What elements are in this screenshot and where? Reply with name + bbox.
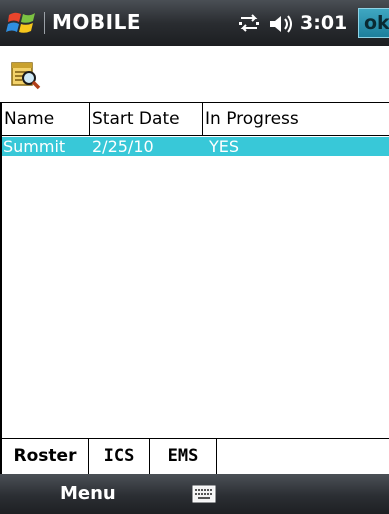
table-header: Name Start Date In Progress bbox=[2, 103, 389, 137]
toolbar bbox=[0, 46, 389, 102]
connectivity-icon[interactable] bbox=[237, 14, 261, 34]
cell-start-date: 2/25/10 bbox=[92, 137, 154, 156]
column-header-start-date[interactable]: Start Date bbox=[90, 103, 203, 136]
title-separator bbox=[44, 12, 45, 34]
tab-roster[interactable]: Roster bbox=[2, 439, 89, 474]
column-header-name[interactable]: Name bbox=[2, 103, 90, 136]
cell-in-progress: YES bbox=[209, 137, 240, 156]
menu-button[interactable]: Menu bbox=[60, 483, 116, 504]
window-title: MOBILE bbox=[52, 10, 141, 34]
column-header-in-progress[interactable]: In Progress bbox=[203, 103, 389, 136]
tab-ics[interactable]: ICS bbox=[89, 439, 150, 474]
clock[interactable]: 3:01 bbox=[300, 12, 347, 34]
volume-icon[interactable] bbox=[268, 13, 294, 35]
ok-button[interactable]: ok bbox=[358, 8, 389, 38]
incident-table: Name Start Date In Progress Summit 2/25/… bbox=[0, 102, 389, 438]
report-search-icon[interactable] bbox=[10, 59, 42, 91]
cell-name: Summit bbox=[3, 137, 66, 156]
tab-ems[interactable]: EMS bbox=[150, 439, 217, 474]
tab-strip: Roster ICS EMS bbox=[0, 438, 389, 474]
windows-start-icon[interactable] bbox=[6, 7, 38, 39]
title-bar: MOBILE 3:01 ok bbox=[0, 0, 389, 46]
keyboard-icon[interactable] bbox=[192, 485, 216, 503]
table-row[interactable]: Summit 2/25/10 YES bbox=[2, 137, 389, 156]
soft-key-bar: Menu bbox=[0, 474, 389, 514]
